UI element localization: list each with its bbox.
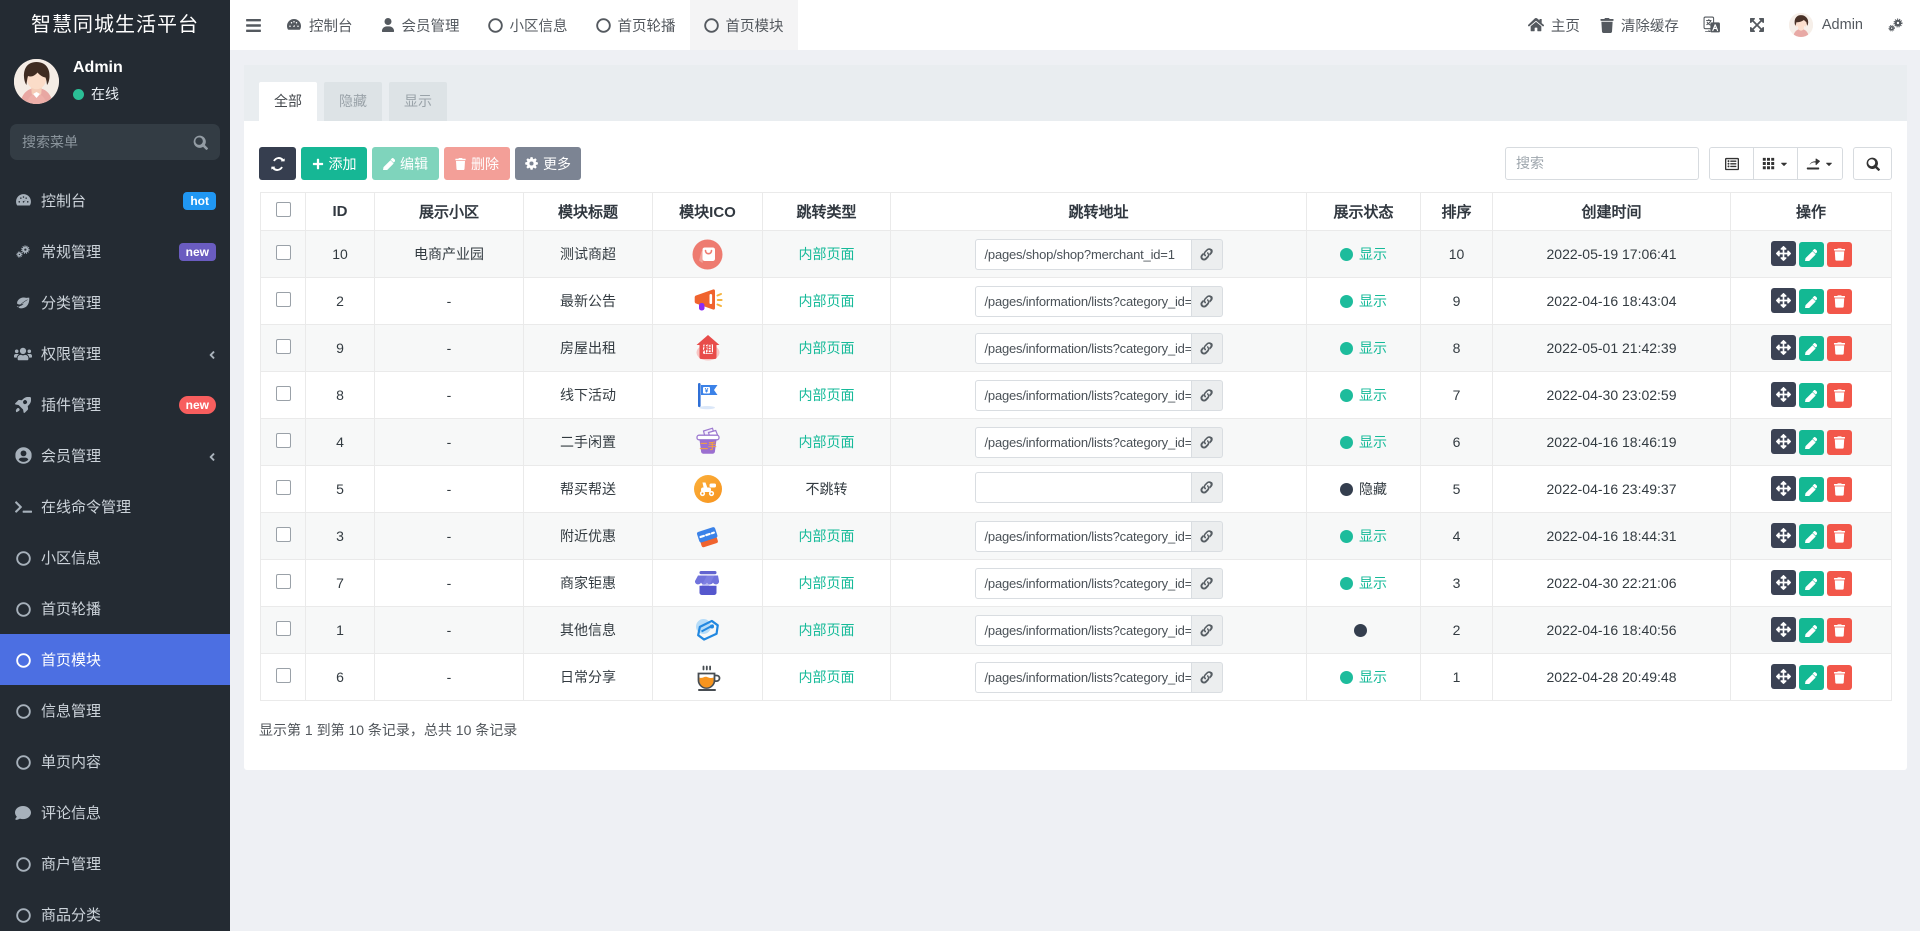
svg-text:二手: 二手	[699, 441, 717, 451]
svg-text:¥: ¥	[704, 388, 708, 395]
svg-text:租: 租	[703, 343, 713, 356]
